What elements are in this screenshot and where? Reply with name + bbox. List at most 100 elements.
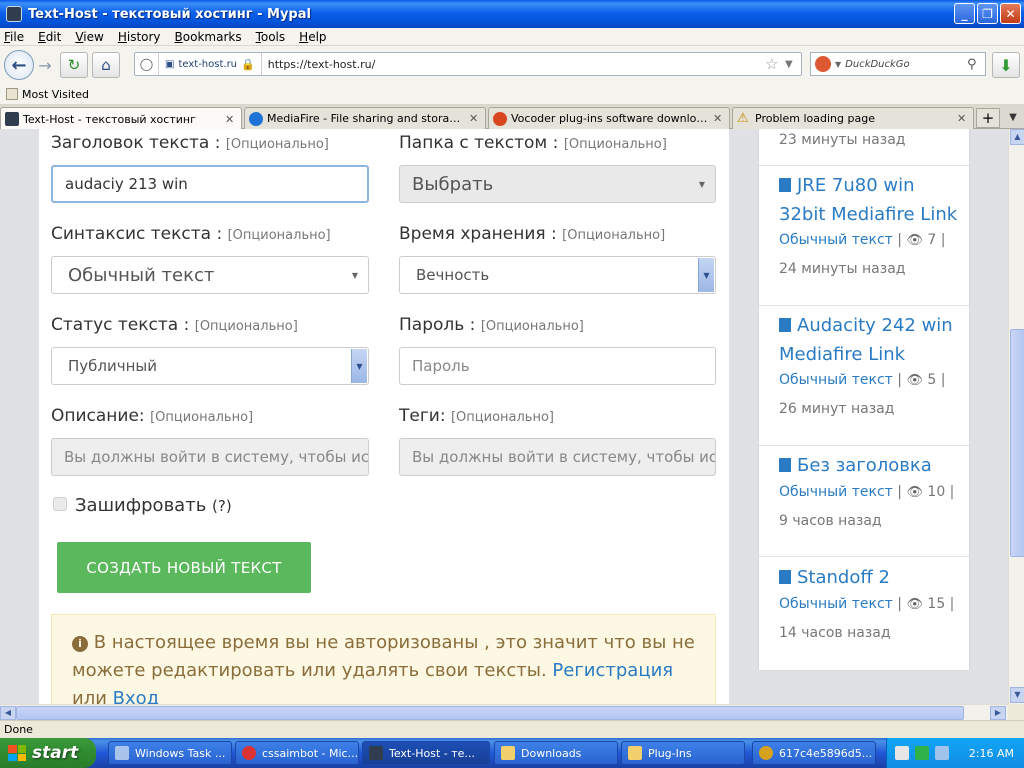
menu-file[interactable]: File [4,30,24,44]
syntax-select[interactable]: Обычный текст ▼ [51,256,369,294]
site-identity-label: text-host.ru [178,58,238,70]
paste-syntax-link[interactable]: Обычный текст [779,232,893,248]
menu-help[interactable]: Help [299,30,326,44]
new-tab-button[interactable]: + [976,108,1000,128]
search-placeholder[interactable]: DuckDuckGo [845,59,967,70]
search-engine-caret-icon[interactable]: ▼ [835,60,841,69]
vertical-scrollbar[interactable]: ▲ ▼ [1008,129,1024,704]
register-link[interactable]: Регистрация [552,660,673,681]
create-text-button[interactable]: СОЗДАТЬ НОВЫЙ ТЕКСТ [57,542,311,593]
network-icon[interactable] [935,746,949,760]
dropdown-arrow-icon[interactable]: ▼ [351,349,367,383]
minimize-button[interactable]: _ [954,3,975,24]
start-button[interactable]: start [0,738,96,768]
optional-hint: [Опционально] [563,137,667,152]
encrypt-checkbox[interactable] [53,497,67,511]
task-label: Plug-Ins [648,746,692,760]
window-title: Text-Host - текстовый хостинг - Mypal [28,6,311,22]
site-identity[interactable]: ▣ text-host.ru 🔒 [159,53,262,75]
paste-syntax-link[interactable]: Обычный текст [779,596,893,612]
paste-syntax-link[interactable]: Обычный текст [779,372,893,388]
tags-label-text: Теги: [399,406,446,426]
taskbar-cssaimbot[interactable]: cssaimbot - Mic... [235,741,359,765]
search-icon[interactable]: ⚲ [967,57,985,72]
maximize-button[interactable]: ❐ [977,3,998,24]
taskbar-text-host[interactable]: Text-Host - те... [362,741,490,765]
tab-problem-loading[interactable]: ⚠ Problem loading page ✕ [732,107,974,129]
menu-edit[interactable]: Edit [38,30,61,44]
password-input[interactable]: Пароль [399,347,716,385]
tab-close-icon[interactable]: ✕ [225,113,237,126]
folder-select[interactable]: Выбрать ▼ [399,165,716,203]
bookmark-star-icon[interactable]: ☆ [765,55,785,73]
tab-label: Problem loading page [755,112,875,125]
paste-title-link[interactable]: Без заголовка [779,451,959,480]
folder-icon [628,746,642,760]
title-input[interactable]: audaciy 213 win [51,165,369,203]
back-button[interactable]: ← [4,50,34,80]
search-bar[interactable]: ▼ DuckDuckGo ⚲ [810,52,986,76]
paste-meta: Обычный текст | 👁 7 | [779,232,946,248]
dropdown-arrow-icon[interactable]: ▼ [698,258,714,292]
paste-title[interactable]: JRE 7u80 win 32bit Mediafire Link [779,175,957,225]
folder-icon [501,746,515,760]
scroll-down-icon[interactable]: ▼ [1010,687,1024,703]
scroll-up-icon[interactable]: ▲ [1010,129,1024,145]
tab-label: MediaFire - File sharing and storage ma.… [267,112,465,125]
folder-label: Папка с текстом : [Опционально] [399,133,667,153]
scroll-left-icon[interactable]: ◀ [0,706,16,720]
tab-close-icon[interactable]: ✕ [713,112,725,125]
duckduckgo-icon[interactable] [815,56,831,72]
tab-close-icon[interactable]: ✕ [957,112,969,125]
download-arrow-button[interactable]: ⬇ [992,52,1020,78]
expiry-select[interactable]: Вечность ▼ [399,256,716,294]
taskbar-617c4e[interactable]: 617c4e5896d5... [752,741,876,765]
taskbar-task-manager[interactable]: Windows Task ... [108,741,232,765]
paste-title-link[interactable]: JRE 7u80 win 32bit Mediafire Link [779,171,959,229]
clock[interactable]: 2:16 AM [969,747,1014,760]
expiry-label-text: Время хранения : [399,224,557,244]
green-status-icon[interactable] [915,746,929,760]
tab-close-icon[interactable]: ✕ [469,112,481,125]
reload-button[interactable]: ↻ [60,52,88,78]
horizontal-scrollbar[interactable]: ◀ ▶ [0,704,1008,720]
url-dropdown-icon[interactable]: ▼ [785,59,801,70]
paste-time: 26 минут назад [779,401,895,417]
url-bar[interactable]: ◯ ▣ text-host.ru 🔒 https://text-host.ru/… [134,52,802,76]
task-label: Text-Host - те... [389,746,475,760]
menu-tools[interactable]: Tools [256,30,286,44]
shield-icon[interactable]: ◯ [135,53,159,75]
optional-hint: [Опционально] [225,137,329,152]
warning-icon: ⚠ [737,110,749,126]
tab-text-host[interactable]: Text-Host - текстовый хостинг ✕ [0,107,242,130]
keyboard-icon[interactable] [895,746,909,760]
url-text[interactable]: https://text-host.ru/ [262,58,765,71]
close-button[interactable]: ✕ [1000,3,1021,24]
tab-vocoder[interactable]: Vocoder plug-ins software downloads f...… [488,107,730,129]
menu-bookmarks[interactable]: Bookmarks [175,30,242,44]
forward-button[interactable]: → [34,51,56,79]
home-button[interactable]: ⌂ [92,52,120,78]
paste-title[interactable]: Standoff 2 [797,567,890,588]
paste-title-link[interactable]: Audacity 242 win Mediafire Link [779,311,959,369]
menu-history[interactable]: History [118,30,161,44]
paste-title-link[interactable]: Standoff 2 [779,563,959,592]
most-visited-bookmark[interactable]: Most Visited [22,88,89,101]
folder-icon [6,88,18,100]
taskbar-downloads[interactable]: Downloads [494,741,618,765]
tab-list-dropdown-icon[interactable]: ▼ [1004,108,1022,128]
paste-syntax-link[interactable]: Обычный текст [779,484,893,500]
scroll-right-icon[interactable]: ▶ [990,706,1006,720]
horizontal-scroll-thumb[interactable] [16,706,964,720]
vertical-scroll-thumb[interactable] [1010,329,1024,557]
window-titlebar[interactable]: Text-Host - текстовый хостинг - Mypal _ … [0,0,1024,28]
login-link[interactable]: Вход [113,688,159,704]
paste-title[interactable]: Audacity 242 win Mediafire Link [779,315,953,365]
taskbar-plug-ins[interactable]: Plug-Ins [621,741,745,765]
menu-view[interactable]: View [75,30,103,44]
visibility-select[interactable]: Публичный ▼ [51,347,369,385]
tab-mediafire[interactable]: MediaFire - File sharing and storage ma.… [244,107,486,129]
list-item: Audacity 242 win Mediafire Link Обычный … [759,306,969,446]
encrypt-help-link[interactable]: (?) [212,497,232,515]
paste-title[interactable]: Без заголовка [797,455,932,476]
